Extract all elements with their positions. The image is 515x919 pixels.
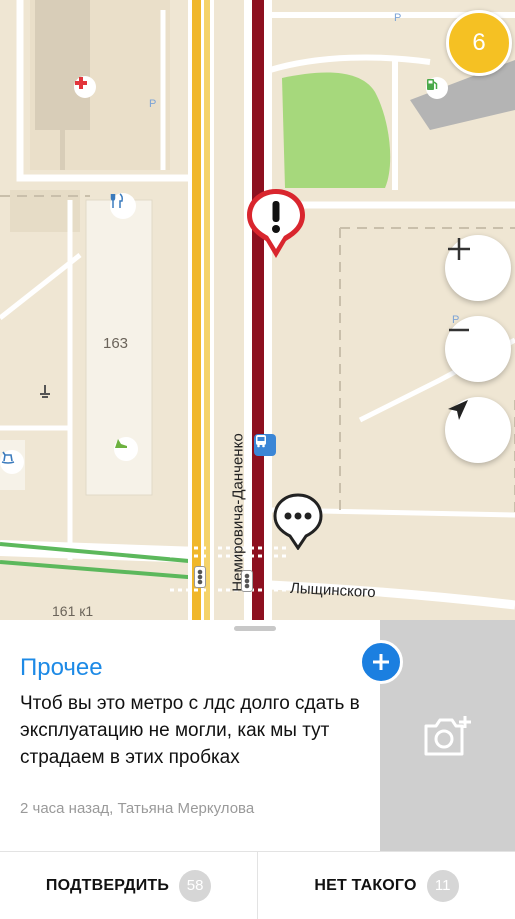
deny-label: НЕТ ТАКОГО bbox=[314, 876, 417, 894]
fuel-station-icon[interactable] bbox=[426, 77, 448, 99]
zoom-out-button[interactable] bbox=[445, 316, 511, 382]
navigation-arrow-icon bbox=[448, 400, 468, 420]
warning-pin-icon[interactable] bbox=[244, 186, 308, 260]
confirm-count-badge: 58 bbox=[179, 869, 212, 902]
event-details-sheet: Прочее Чтоб вы это метро с лдс долго сда… bbox=[0, 620, 515, 919]
event-category: Прочее bbox=[20, 654, 103, 681]
hospital-icon[interactable] bbox=[74, 76, 96, 98]
monument-icon bbox=[38, 384, 52, 398]
zoom-out-icon bbox=[449, 328, 469, 332]
deny-button[interactable]: НЕТ ТАКОГО 11 bbox=[257, 852, 515, 919]
confirm-button[interactable]: ПОДТВЕРДИТЬ 58 bbox=[0, 852, 257, 919]
zoom-in-button[interactable] bbox=[445, 235, 511, 301]
parking-icon: P bbox=[394, 12, 402, 24]
add-photo-icon bbox=[424, 715, 471, 755]
traffic-light-icon bbox=[194, 566, 206, 588]
map-view[interactable]: 163 161 к1 Немировича-Данченко Лыщинског… bbox=[0, 0, 515, 620]
plus-icon bbox=[373, 654, 389, 670]
playground-icon[interactable] bbox=[0, 450, 24, 474]
shoe-shop-icon[interactable] bbox=[114, 437, 138, 461]
traffic-light-icon bbox=[241, 570, 253, 592]
deny-count-badge: 11 bbox=[426, 869, 459, 902]
add-button[interactable] bbox=[359, 640, 403, 684]
comment-pin-icon[interactable] bbox=[272, 492, 324, 550]
building-number-label: 163 bbox=[103, 335, 129, 352]
cluster-count: 6 bbox=[472, 29, 486, 56]
confirm-label: ПОДТВЕРДИТЬ bbox=[45, 876, 170, 894]
event-cluster-badge[interactable]: 6 bbox=[446, 10, 512, 76]
sheet-drag-handle[interactable] bbox=[234, 626, 276, 631]
restaurant-icon[interactable] bbox=[110, 193, 136, 219]
parking-icon: P bbox=[149, 98, 157, 110]
building-number-label-2: 161 к1 bbox=[52, 603, 94, 619]
event-comment: Чтоб вы это метро с лдс долго сдать в эк… bbox=[20, 693, 360, 768]
zoom-in-icon bbox=[448, 238, 470, 260]
bus-stop-icon[interactable] bbox=[254, 434, 276, 456]
event-actions: ПОДТВЕРДИТЬ 58 НЕТ ТАКОГО 11 bbox=[0, 851, 515, 919]
my-location-button[interactable] bbox=[445, 397, 511, 463]
event-meta: 2 часа назад, Татьяна Меркулова bbox=[20, 800, 255, 817]
